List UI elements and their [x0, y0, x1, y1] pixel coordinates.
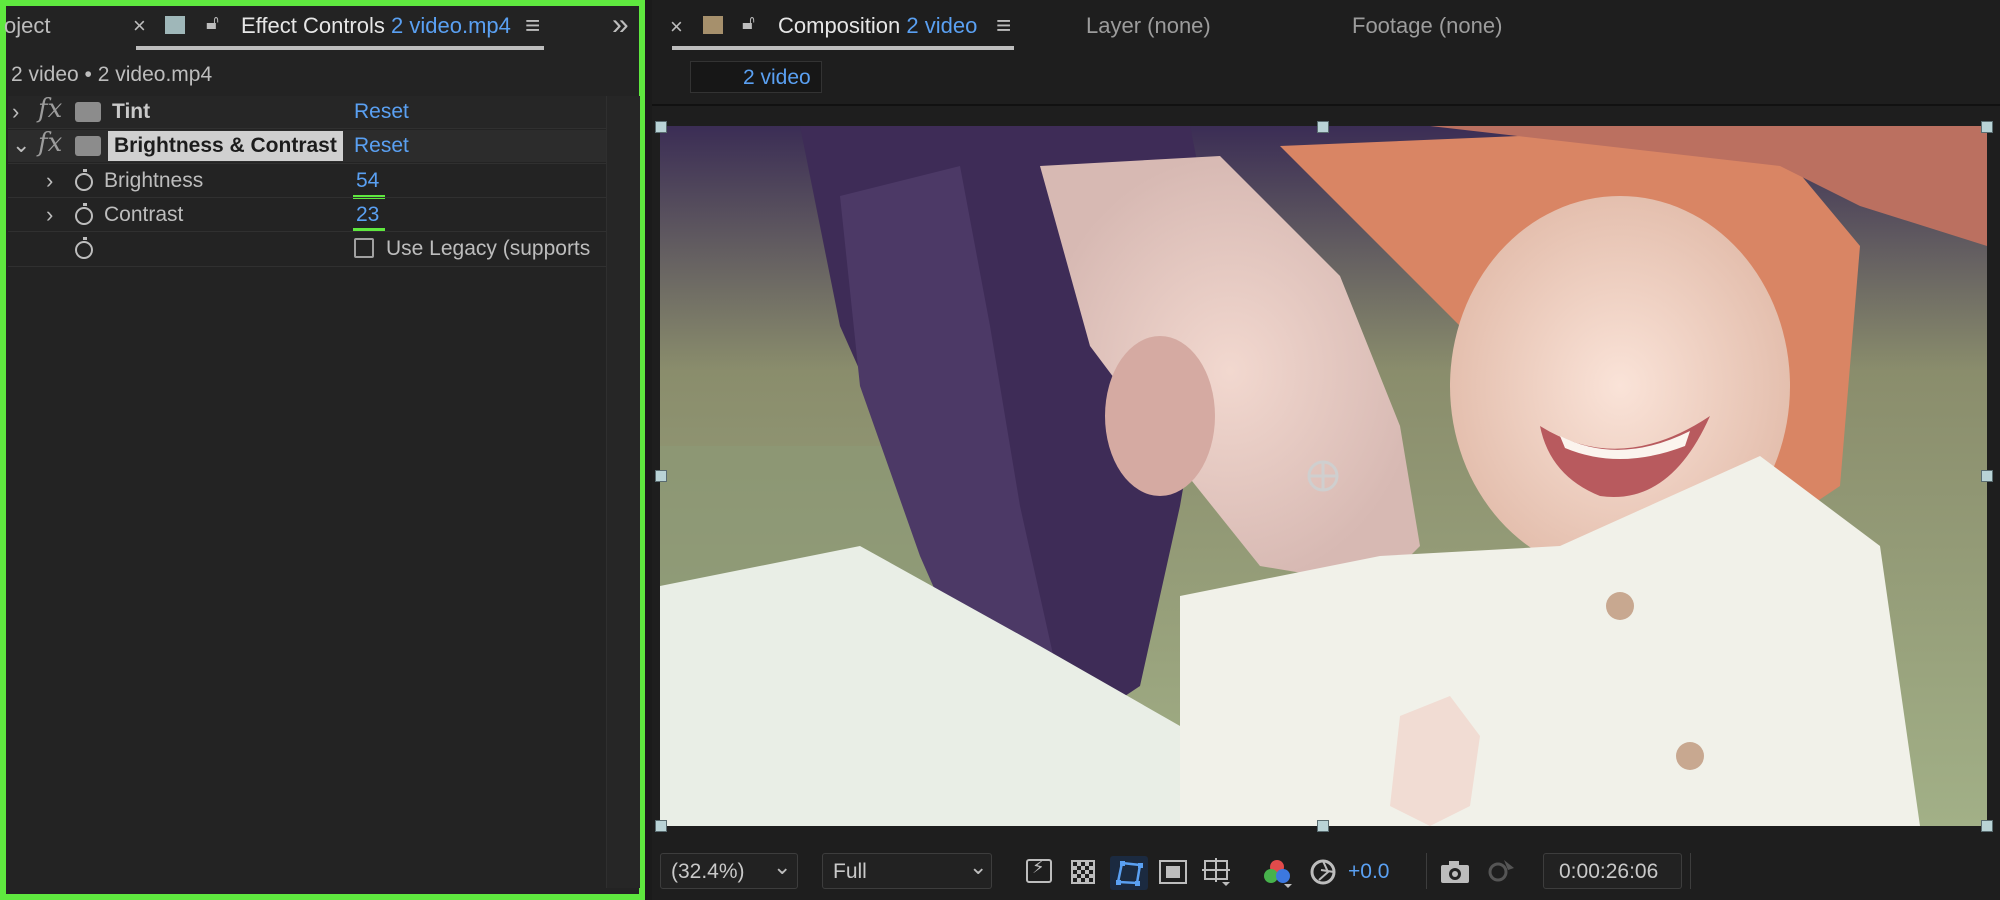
tab-title: Effect Controls — [241, 13, 385, 38]
transform-handle[interactable] — [655, 121, 667, 133]
reset-button[interactable]: Reset — [354, 100, 409, 124]
panel-menu-icon[interactable]: ≡ — [525, 10, 540, 41]
tab-comp-name: 2 video — [906, 13, 978, 38]
divider — [652, 104, 2000, 106]
brightness-value[interactable]: 54 — [356, 169, 379, 193]
panel-menu-icon[interactable]: ≡ — [996, 10, 1011, 41]
comp-subtab[interactable]: 2 video — [690, 61, 822, 93]
effect-row-brightness-contrast[interactable]: ⌄ fx Brightness & Contrast Reset — [8, 128, 606, 162]
mask-visibility-icon[interactable] — [1110, 856, 1148, 890]
property-name: Contrast — [104, 203, 184, 226]
effect-preset-icon — [75, 102, 101, 122]
disclosure-icon[interactable]: › — [46, 202, 53, 228]
tab-footage[interactable]: Footage (none) — [1352, 13, 1502, 39]
comp-subtab-label: 2 video — [743, 66, 811, 89]
mask-path-glyph — [1116, 861, 1143, 886]
layer-path-label: 2 video • 2 video.mp4 — [11, 63, 213, 86]
panel-color-swatch-icon — [703, 16, 723, 34]
disclosure-icon[interactable]: › — [12, 99, 19, 125]
tab-title: Composition — [778, 13, 901, 38]
fx-icon[interactable]: fx — [38, 94, 62, 124]
effect-controls-tab[interactable]: Effect Controls 2 video.mp4 — [241, 13, 511, 39]
timecode: 0:00:26:06 — [1559, 860, 1659, 883]
transform-handle[interactable] — [1317, 121, 1329, 133]
camera-icon[interactable] — [1440, 860, 1470, 884]
video-frame-image — [660, 126, 1987, 826]
tab-layer[interactable]: Layer (none) — [1086, 13, 1211, 39]
project-tab[interactable]: oject — [4, 13, 50, 39]
show-snapshot-icon[interactable] — [1484, 858, 1516, 886]
transform-handle[interactable] — [1981, 820, 1993, 832]
property-row-brightness: › Brightness 54 — [8, 165, 606, 199]
lock-icon[interactable]: 🔓︎ — [742, 12, 755, 35]
grid-guides-icon[interactable] — [1202, 858, 1232, 886]
effect-name-selected: Brightness & Contrast — [108, 131, 343, 161]
composition-tab[interactable]: Composition 2 video — [778, 13, 977, 39]
transform-handle[interactable] — [655, 820, 667, 832]
fast-previews-icon[interactable]: ⚡ — [1026, 857, 1052, 883]
transform-handle[interactable] — [1981, 121, 1993, 133]
close-icon[interactable]: × — [133, 13, 146, 39]
transform-handle[interactable] — [1981, 470, 1993, 482]
snapshot-glyph — [1488, 860, 1514, 882]
checkbox-label: Use Legacy (supports — [386, 237, 591, 260]
property-name: Brightness — [104, 169, 204, 192]
transform-handle[interactable] — [655, 470, 667, 482]
reset-button[interactable]: Reset — [354, 134, 409, 158]
disclosure-icon[interactable]: ⌄ — [12, 132, 30, 158]
stopwatch-icon[interactable] — [75, 169, 93, 191]
toolbar-divider — [1690, 853, 1691, 889]
property-row-use-legacy: Use Legacy (supports — [8, 233, 606, 265]
chevron-down-icon: ⌄ — [773, 854, 792, 879]
aperture-glyph — [1310, 859, 1336, 885]
active-tab-underline — [672, 46, 1014, 50]
lock-icon[interactable]: 🔓︎ — [206, 12, 219, 35]
resolution-value: Full — [833, 860, 867, 883]
toolbar-divider — [1426, 853, 1427, 889]
current-time-display[interactable]: 0:00:26:06 — [1543, 853, 1682, 889]
panel-overflow-icon[interactable]: » — [612, 8, 629, 42]
disclosure-icon[interactable]: › — [46, 168, 53, 194]
property-row-contrast: › Contrast 23 — [8, 199, 606, 232]
scrollbar[interactable] — [606, 96, 640, 888]
magnification-dropdown[interactable]: (32.4%) ⌄ — [660, 853, 798, 889]
contrast-value[interactable]: 23 — [356, 203, 379, 227]
transparency-grid-icon[interactable] — [1071, 860, 1095, 884]
exposure-value[interactable]: +0.0 — [1348, 860, 1389, 884]
effect-controls-panel: oject × 🔓︎ Effect Controls 2 video.mp4 ≡… — [0, 0, 645, 900]
resolution-dropdown[interactable]: Full ⌄ — [822, 853, 992, 889]
fx-icon[interactable]: fx — [38, 128, 62, 158]
panel-color-swatch-icon — [165, 16, 185, 34]
use-legacy-checkbox[interactable] — [354, 238, 374, 258]
active-tab-underline — [136, 46, 544, 50]
close-icon[interactable]: × — [670, 14, 683, 40]
effect-name: Tint — [112, 100, 151, 123]
composition-viewer[interactable] — [660, 126, 1987, 826]
zoom-level: (32.4%) — [671, 860, 745, 883]
grid-guides-glyph — [1202, 858, 1230, 886]
effect-row-tint[interactable]: › fx Tint Reset — [8, 94, 606, 128]
rgb-channel-glyph — [1264, 860, 1292, 888]
effect-preset-icon — [75, 136, 101, 156]
reset-exposure-icon[interactable] — [1309, 858, 1337, 886]
tab-file-name: 2 video.mp4 — [391, 13, 511, 38]
chevron-down-icon: ⌄ — [969, 854, 988, 879]
region-of-interest-icon[interactable] — [1159, 860, 1187, 884]
camera-glyph — [1441, 861, 1469, 883]
stopwatch-icon[interactable] — [75, 237, 93, 259]
stopwatch-icon[interactable] — [75, 203, 93, 225]
channel-icon[interactable] — [1262, 858, 1292, 888]
transform-handle[interactable] — [1317, 820, 1329, 832]
